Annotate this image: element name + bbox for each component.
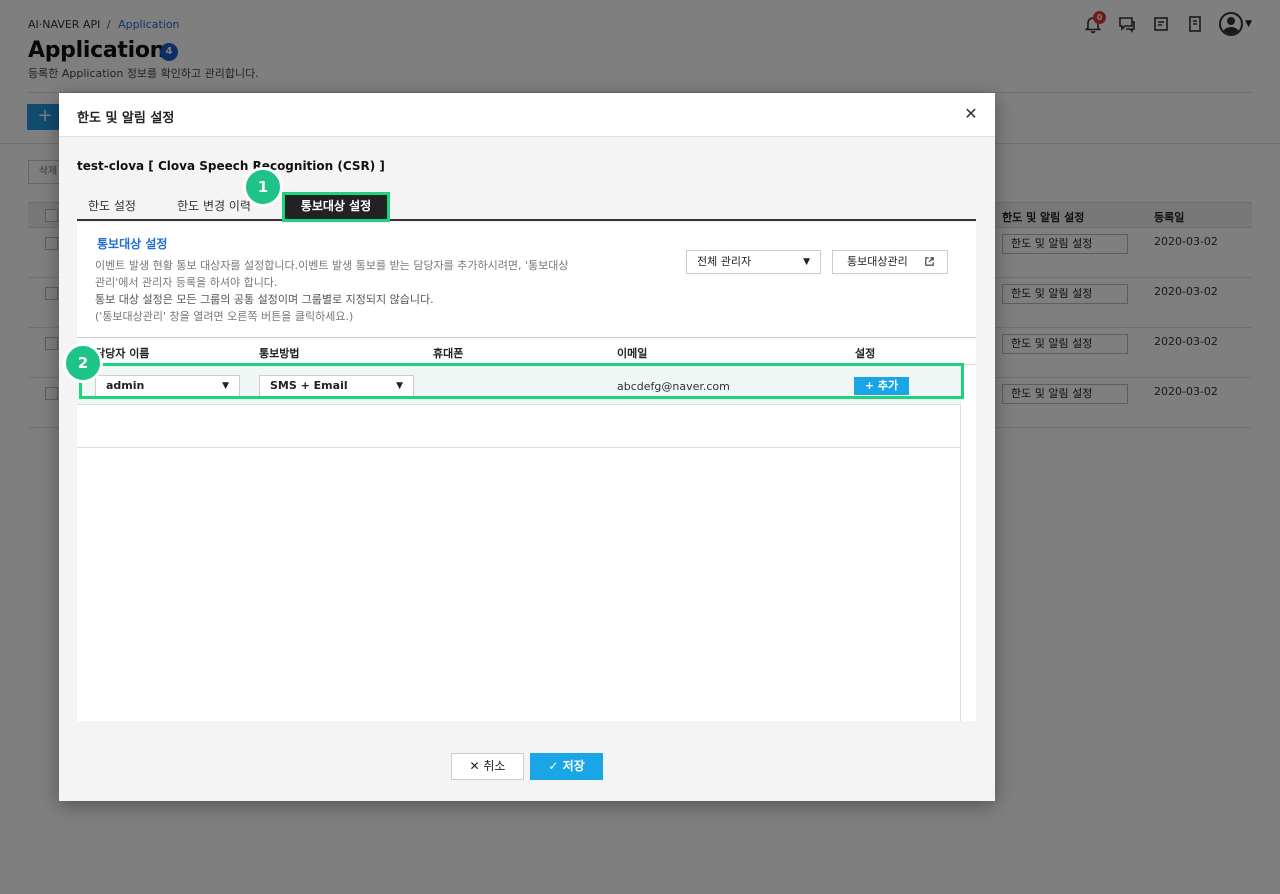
step-2-badge: 2 xyxy=(63,343,103,383)
notification-target-panel: 통보대상 설정 이벤트 발생 현황 통보 대상자를 설정합니다.이벤트 발생 통… xyxy=(77,223,976,721)
save-label: 저장 xyxy=(562,759,585,773)
grid-divider xyxy=(77,447,961,448)
manage-targets-button[interactable]: 통보대상관리 xyxy=(832,250,948,274)
tab-notification-target[interactable]: 통보대상 설정 xyxy=(282,192,390,222)
add-target-button[interactable]: + 추가 xyxy=(854,377,909,395)
cancel-button[interactable]: ✕ 취소 xyxy=(451,753,524,780)
table-row: admin ▼ SMS + Email ▼ abcdefg@naver.com … xyxy=(77,365,961,405)
tab-bar: 한도 설정 한도 변경 이력 통보대상 설정 xyxy=(77,191,976,222)
description-line: 통보 대상 설정은 모든 그룹의 공통 설정이며 그룹별로 지정되지 않습니다. xyxy=(95,293,434,306)
step-1-badge: 1 xyxy=(243,167,283,207)
save-button[interactable]: ✓ 저장 xyxy=(530,753,603,780)
description-line: 관리'에서 관리자 등록을 하셔야 합니다. xyxy=(95,276,278,289)
column-header-phone: 휴대폰 xyxy=(433,347,464,360)
column-header-email: 이메일 xyxy=(617,347,648,360)
column-header-settings: 설정 xyxy=(855,347,876,360)
check-icon: ✓ xyxy=(548,759,563,773)
limit-alert-modal: 한도 및 알림 설정 ✕ test-clova [ Clova Speech R… xyxy=(59,93,995,801)
chevron-down-icon: ▼ xyxy=(396,381,403,391)
description-line: ('통보대상관리' 창을 열려면 오른쪽 버튼을 클릭하세요.) xyxy=(95,310,354,323)
manager-name-value: admin xyxy=(106,379,145,392)
manage-targets-label: 통보대상관리 xyxy=(847,255,908,268)
modal-body: test-clova [ Clova Speech Recognition (C… xyxy=(59,137,995,801)
column-header-name: 담당자 이름 xyxy=(95,347,150,360)
admin-filter-value: 전체 관리자 xyxy=(697,255,752,268)
section-title: 통보대상 설정 xyxy=(97,237,168,251)
admin-filter-select[interactable]: 전체 관리자 ▼ xyxy=(686,250,821,274)
close-icon[interactable]: ✕ xyxy=(963,106,979,122)
modal-footer: ✕ 취소 ✓ 저장 xyxy=(451,753,603,780)
grid-body: admin ▼ SMS + Email ▼ abcdefg@naver.com … xyxy=(77,365,961,721)
chevron-down-icon: ▼ xyxy=(222,381,229,391)
description-line: 이벤트 발생 현황 통보 대상자를 설정합니다.이벤트 발생 통보를 받는 담당… xyxy=(95,259,569,272)
email-value: abcdefg@naver.com xyxy=(617,380,730,393)
tab-limit-settings[interactable]: 한도 설정 xyxy=(77,195,147,219)
close-icon: ✕ xyxy=(469,759,484,773)
chevron-down-icon: ▼ xyxy=(803,257,810,267)
modal-title: 한도 및 알림 설정 xyxy=(77,111,175,126)
external-link-icon xyxy=(925,257,934,266)
notification-method-value: SMS + Email xyxy=(270,379,348,392)
manager-name-select[interactable]: admin ▼ xyxy=(95,375,240,397)
column-header-method: 통보방법 xyxy=(259,347,300,360)
modal-header: 한도 및 알림 설정 ✕ xyxy=(59,93,995,137)
notification-method-select[interactable]: SMS + Email ▼ xyxy=(259,375,414,397)
product-name: test-clova [ Clova Speech Recognition (C… xyxy=(77,159,385,173)
grid-header: 담당자 이름 통보방법 휴대폰 이메일 설정 xyxy=(77,337,976,365)
cancel-label: 취소 xyxy=(483,759,506,773)
